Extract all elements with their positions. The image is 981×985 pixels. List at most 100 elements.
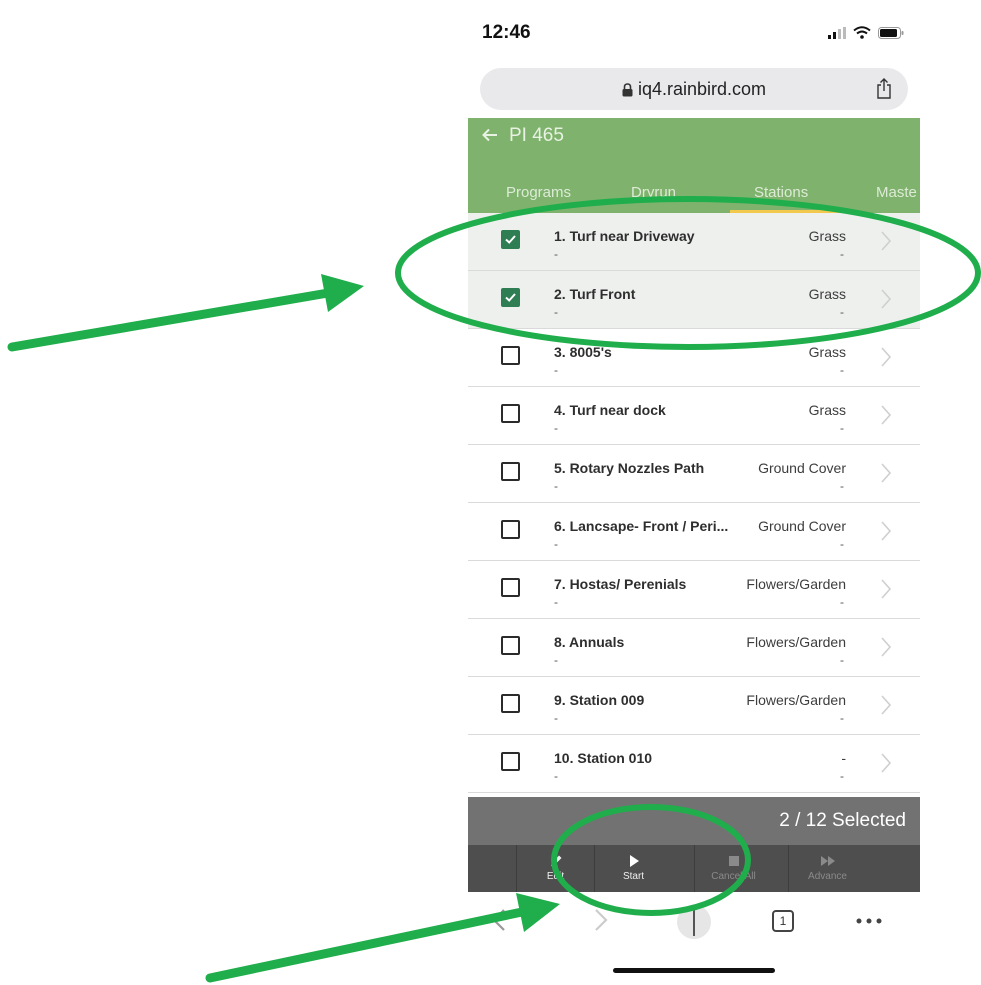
station-checkbox[interactable] xyxy=(501,230,520,249)
new-tab-icon[interactable] xyxy=(676,904,712,940)
selection-bar: 2 / 12 Selected xyxy=(468,797,920,845)
cancel-all-label: Cancel All xyxy=(711,871,756,882)
station-plant-type: Flowers/Garden xyxy=(746,692,846,708)
tab-bar: Programs Dryrun Stations Maste xyxy=(468,178,920,213)
chevron-right-icon[interactable] xyxy=(880,694,892,716)
wifi-icon xyxy=(853,26,871,39)
selection-count: 2 / 12 Selected xyxy=(779,810,906,831)
station-detail: - xyxy=(554,479,558,493)
station-name: 2. Turf Front xyxy=(554,286,636,302)
station-name: 1. Turf near Driveway xyxy=(554,228,695,244)
chevron-right-icon[interactable] xyxy=(880,578,892,600)
station-checkbox[interactable] xyxy=(501,520,520,539)
status-time: 12:46 xyxy=(482,22,531,43)
station-plant-type: Ground Cover xyxy=(758,460,846,476)
station-row[interactable]: 7. Hostas/ Perenials - Flowers/Garden - xyxy=(468,561,920,619)
station-checkbox[interactable] xyxy=(501,578,520,597)
station-row[interactable]: 10. Station 010 - - - xyxy=(468,735,920,793)
annotation-arrow-head-top xyxy=(321,274,364,312)
station-checkbox[interactable] xyxy=(501,752,520,771)
fast-forward-icon xyxy=(820,856,835,866)
share-icon[interactable] xyxy=(876,78,892,99)
station-plant-type: - xyxy=(841,750,846,766)
station-checkbox[interactable] xyxy=(501,346,520,365)
chevron-right-icon[interactable] xyxy=(880,520,892,542)
stop-icon xyxy=(728,856,739,866)
browser-toolbar: 1 xyxy=(468,892,920,985)
station-plant-type: Ground Cover xyxy=(758,518,846,534)
chevron-right-icon[interactable] xyxy=(880,346,892,368)
url-display: iq4.rainbird.com xyxy=(480,79,908,100)
tab-switcher-button[interactable]: 1 xyxy=(772,910,794,932)
station-type-detail: - xyxy=(840,595,844,609)
station-type-detail: - xyxy=(840,247,844,261)
station-name: 8. Annuals xyxy=(554,634,625,650)
tab-dryrun[interactable]: Dryrun xyxy=(631,184,676,201)
back-arrow-icon[interactable] xyxy=(482,127,498,143)
station-plant-type: Grass xyxy=(808,228,846,244)
station-checkbox[interactable] xyxy=(501,636,520,655)
chevron-right-icon[interactable] xyxy=(880,752,892,774)
station-row[interactable]: 4. Turf near dock - Grass - xyxy=(468,387,920,445)
station-list: 1. Turf near Driveway - Grass - 2. Turf Fron… xyxy=(468,213,920,793)
station-row[interactable]: 8. Annuals - Flowers/Garden - xyxy=(468,619,920,677)
chevron-right-icon[interactable] xyxy=(880,230,892,252)
home-indicator xyxy=(613,968,775,973)
chevron-right-icon[interactable] xyxy=(880,462,892,484)
station-plant-type: Grass xyxy=(808,402,846,418)
station-plant-type: Flowers/Garden xyxy=(746,634,846,650)
controller-title: PI 465 xyxy=(509,125,564,146)
station-detail: - xyxy=(554,769,558,783)
station-detail: - xyxy=(554,247,558,261)
url-text: iq4.rainbird.com xyxy=(637,79,767,99)
station-type-detail: - xyxy=(840,653,844,667)
station-type-detail: - xyxy=(840,363,844,377)
action-bar: Edit Start Cancel All Advance xyxy=(468,845,920,892)
station-detail: - xyxy=(554,595,558,609)
browser-forward-icon[interactable] xyxy=(594,908,608,932)
station-plant-type: Flowers/Garden xyxy=(746,576,846,592)
start-label: Start xyxy=(622,871,645,882)
station-checkbox[interactable] xyxy=(501,694,520,713)
station-name: 4. Turf near dock xyxy=(554,402,666,418)
annotation-arrow-shaft-top xyxy=(7,288,333,352)
station-name: 3. 8005's xyxy=(554,344,612,360)
station-row[interactable]: 1. Turf near Driveway - Grass - xyxy=(468,213,920,271)
station-row[interactable]: 2. Turf Front - Grass - xyxy=(468,271,920,329)
station-type-detail: - xyxy=(840,537,844,551)
lock-icon xyxy=(622,83,633,97)
tab-stations[interactable]: Stations xyxy=(754,184,808,201)
edit-button[interactable]: Edit xyxy=(516,845,594,892)
station-row[interactable]: 3. 8005's - Grass - xyxy=(468,329,920,387)
tab-master[interactable]: Maste xyxy=(876,184,917,201)
start-button[interactable]: Start xyxy=(594,845,672,892)
tab-programs[interactable]: Programs xyxy=(506,184,571,201)
browser-back-icon[interactable] xyxy=(492,908,506,932)
checkmark-icon xyxy=(505,293,516,302)
station-checkbox[interactable] xyxy=(501,462,520,481)
station-row[interactable]: 6. Lancsape- Front / Peri... - Ground Cove… xyxy=(468,503,920,561)
checkmark-icon xyxy=(505,235,516,244)
station-checkbox[interactable] xyxy=(501,404,520,423)
edit-label: Edit xyxy=(546,871,565,882)
station-checkbox[interactable] xyxy=(501,288,520,307)
advance-button[interactable]: Advance xyxy=(788,845,866,892)
app-header: PI 465 Programs Dryrun Stations Maste xyxy=(468,118,920,213)
station-row[interactable]: 5. Rotary Nozzles Path - Ground Cover - xyxy=(468,445,920,503)
station-detail: - xyxy=(554,305,558,319)
station-type-detail: - xyxy=(840,305,844,319)
station-plant-type: Grass xyxy=(808,344,846,360)
station-name: 9. Station 009 xyxy=(554,692,645,708)
station-detail: - xyxy=(554,537,558,551)
cancel-all-button[interactable]: Cancel All xyxy=(694,845,772,892)
pencil-icon xyxy=(550,855,561,866)
station-row[interactable]: 9. Station 009 - Flowers/Garden - xyxy=(468,677,920,735)
play-icon xyxy=(629,855,639,867)
chevron-right-icon[interactable] xyxy=(880,404,892,426)
address-bar[interactable]: iq4.rainbird.com xyxy=(480,68,908,110)
more-options-icon[interactable] xyxy=(856,918,882,924)
chevron-right-icon[interactable] xyxy=(880,636,892,658)
chevron-right-icon[interactable] xyxy=(880,288,892,310)
station-type-detail: - xyxy=(840,769,844,783)
status-bar: 12:46 xyxy=(468,0,920,62)
